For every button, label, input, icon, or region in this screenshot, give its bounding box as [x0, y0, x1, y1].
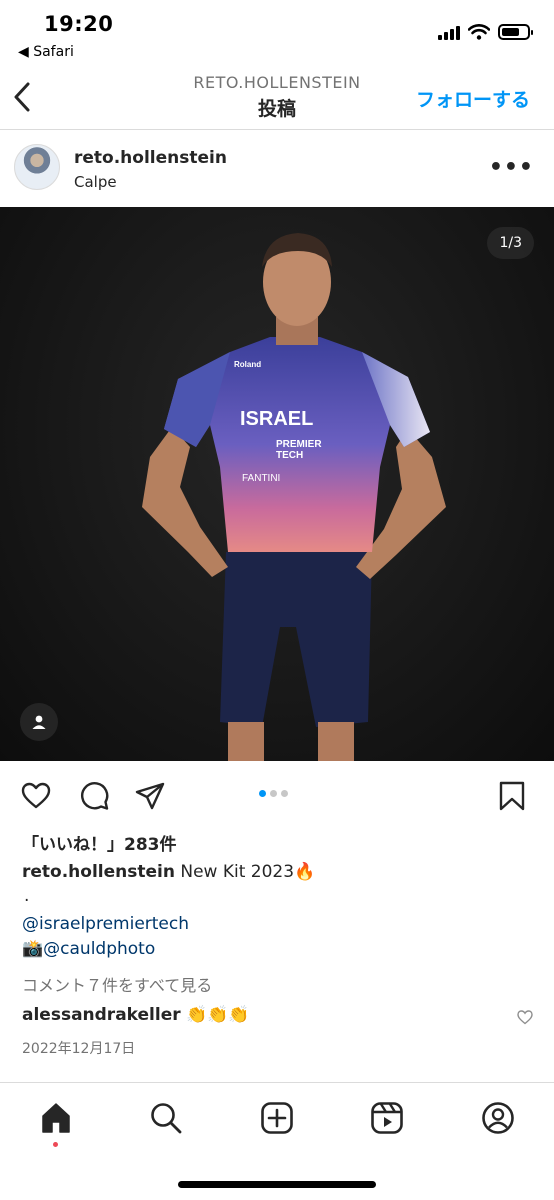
- person-icon: [32, 715, 46, 729]
- heart-icon[interactable]: [20, 780, 52, 812]
- reels-icon[interactable]: [370, 1101, 404, 1135]
- tagged-people-button[interactable]: [20, 703, 58, 741]
- jersey-text-roland: Roland: [234, 360, 261, 369]
- carousel-dots: [259, 790, 288, 797]
- post-date: 2022年12月17日: [22, 1041, 136, 1057]
- mention-link-photographer[interactable]: 📸@cauldphoto: [22, 939, 155, 959]
- status-bar: 19:20 ◀ Safari: [0, 0, 554, 68]
- comment-like-heart-icon[interactable]: [516, 1008, 534, 1026]
- home-icon[interactable]: [39, 1101, 73, 1135]
- caption-username[interactable]: reto.hollenstein: [22, 862, 175, 882]
- like-count[interactable]: 「いいね！」283件: [22, 830, 177, 855]
- status-time: 19:20: [44, 12, 114, 36]
- comment-item: alessandrakeller 👏👏👏: [22, 1005, 250, 1025]
- jersey-text-fantini: FANTINI: [242, 473, 280, 484]
- comment-text: 👏👏👏: [180, 1005, 250, 1025]
- follow-button[interactable]: フォローする: [416, 85, 530, 112]
- jersey-text-tech: TECH: [276, 450, 303, 461]
- jersey-text-israel: ISRAEL: [240, 408, 313, 430]
- rider-photo-illustration: ISRAEL PREMIER TECH FANTINI Roland: [142, 233, 446, 761]
- status-icons: [438, 24, 533, 40]
- author-username[interactable]: reto.hollenstein: [74, 148, 227, 168]
- search-icon[interactable]: [149, 1101, 183, 1135]
- carousel-dot: [270, 790, 277, 797]
- post-header: RETO.HOLLENSTEIN 投稿 フォローする: [0, 68, 554, 130]
- post-author-row: reto.hollenstein Calpe •••: [0, 131, 554, 207]
- home-indicator: [178, 1181, 376, 1188]
- share-icon[interactable]: [134, 780, 166, 812]
- cellular-signal-icon: [438, 24, 460, 40]
- author-avatar[interactable]: [14, 144, 60, 190]
- image-counter: 1/3: [487, 227, 534, 259]
- post-actions: [0, 762, 554, 824]
- profile-icon[interactable]: [481, 1101, 515, 1135]
- jersey-text-premier: PREMIER: [276, 439, 322, 450]
- comment-username[interactable]: alessandrakeller: [22, 1005, 181, 1025]
- notification-dot: [53, 1142, 58, 1147]
- post-location[interactable]: Calpe: [74, 173, 117, 191]
- comment-icon[interactable]: [78, 780, 110, 812]
- post-caption: reto.hollenstein New Kit 2023🔥: [22, 862, 315, 882]
- mention-link-team[interactable]: @israelpremiertech: [22, 914, 189, 934]
- bookmark-icon[interactable]: [496, 780, 528, 812]
- carousel-dot-active: [259, 790, 266, 797]
- caption-text: New Kit 2023🔥: [174, 862, 316, 882]
- create-post-icon[interactable]: [260, 1101, 294, 1135]
- carousel-dot: [281, 790, 288, 797]
- more-options-icon[interactable]: •••: [489, 155, 534, 180]
- wifi-icon: [468, 24, 490, 40]
- view-all-comments-link[interactable]: コメント７件をすべて見る: [22, 972, 212, 996]
- caption-dot-line: .: [24, 886, 30, 906]
- battery-icon: [498, 24, 533, 40]
- back-to-safari-link[interactable]: ◀ Safari: [18, 44, 74, 60]
- post-image[interactable]: ISRAEL PREMIER TECH FANTINI Roland 1/3: [0, 207, 554, 761]
